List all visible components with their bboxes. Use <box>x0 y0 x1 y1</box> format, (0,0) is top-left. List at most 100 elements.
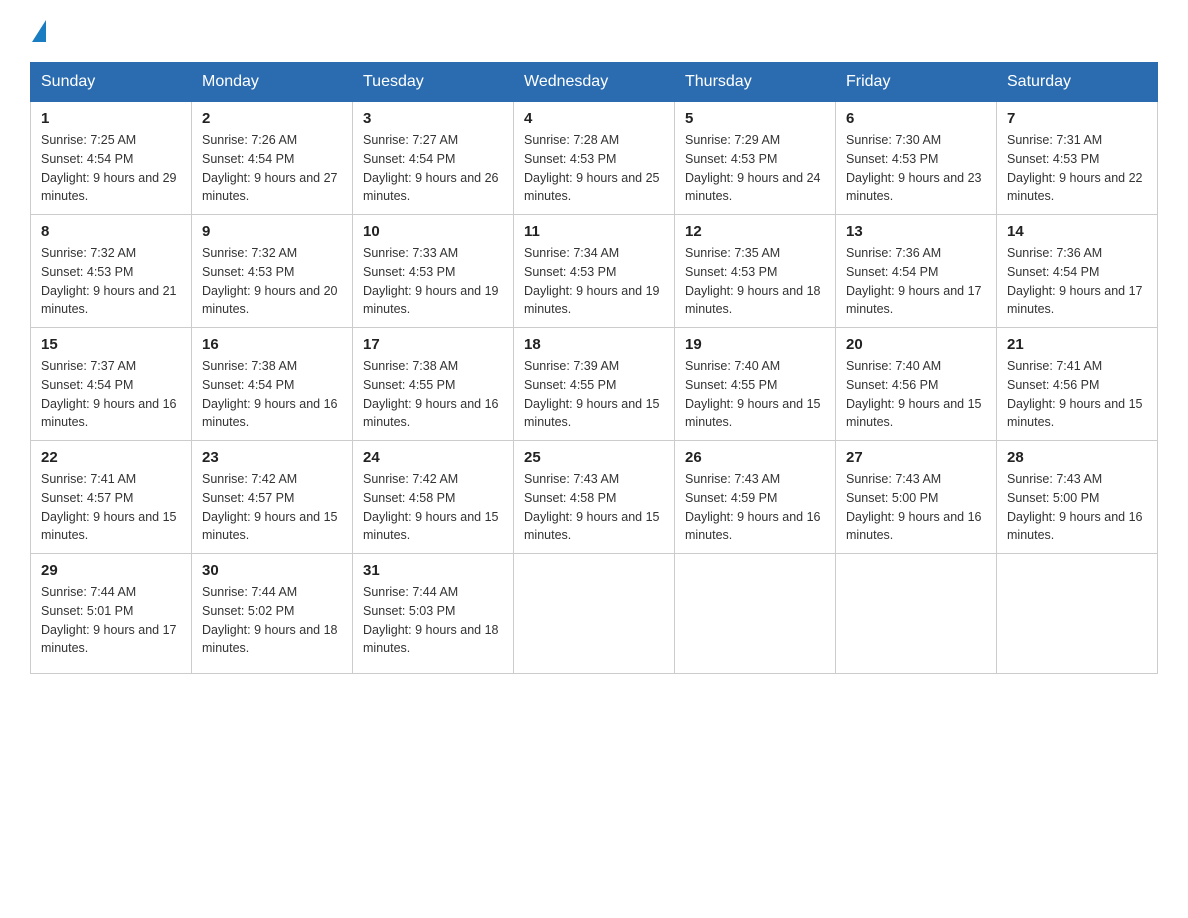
calendar-table: SundayMondayTuesdayWednesdayThursdayFrid… <box>30 62 1158 674</box>
calendar-cell: 28 Sunrise: 7:43 AMSunset: 5:00 PMDaylig… <box>997 441 1158 554</box>
calendar-cell <box>997 554 1158 674</box>
logo <box>30 20 46 44</box>
week-row-5: 29 Sunrise: 7:44 AMSunset: 5:01 PMDaylig… <box>31 554 1158 674</box>
page-header <box>30 20 1158 44</box>
day-number: 27 <box>846 449 986 466</box>
calendar-cell: 22 Sunrise: 7:41 AMSunset: 4:57 PMDaylig… <box>31 441 192 554</box>
day-info: Sunrise: 7:27 AMSunset: 4:54 PMDaylight:… <box>363 131 503 206</box>
day-info: Sunrise: 7:26 AMSunset: 4:54 PMDaylight:… <box>202 131 342 206</box>
calendar-cell <box>675 554 836 674</box>
calendar-cell: 23 Sunrise: 7:42 AMSunset: 4:57 PMDaylig… <box>192 441 353 554</box>
day-number: 18 <box>524 336 664 353</box>
calendar-cell: 30 Sunrise: 7:44 AMSunset: 5:02 PMDaylig… <box>192 554 353 674</box>
week-row-1: 1 Sunrise: 7:25 AMSunset: 4:54 PMDayligh… <box>31 102 1158 215</box>
day-info: Sunrise: 7:43 AMSunset: 5:00 PMDaylight:… <box>846 470 986 545</box>
calendar-cell: 14 Sunrise: 7:36 AMSunset: 4:54 PMDaylig… <box>997 215 1158 328</box>
day-info: Sunrise: 7:36 AMSunset: 4:54 PMDaylight:… <box>1007 244 1147 319</box>
day-number: 16 <box>202 336 342 353</box>
day-number: 17 <box>363 336 503 353</box>
calendar-cell: 12 Sunrise: 7:35 AMSunset: 4:53 PMDaylig… <box>675 215 836 328</box>
calendar-cell: 10 Sunrise: 7:33 AMSunset: 4:53 PMDaylig… <box>353 215 514 328</box>
logo-triangle-icon <box>32 20 46 42</box>
day-info: Sunrise: 7:38 AMSunset: 4:54 PMDaylight:… <box>202 357 342 432</box>
day-info: Sunrise: 7:43 AMSunset: 4:59 PMDaylight:… <box>685 470 825 545</box>
day-info: Sunrise: 7:41 AMSunset: 4:57 PMDaylight:… <box>41 470 181 545</box>
calendar-cell: 1 Sunrise: 7:25 AMSunset: 4:54 PMDayligh… <box>31 102 192 215</box>
day-info: Sunrise: 7:44 AMSunset: 5:03 PMDaylight:… <box>363 583 503 658</box>
calendar-cell: 3 Sunrise: 7:27 AMSunset: 4:54 PMDayligh… <box>353 102 514 215</box>
day-info: Sunrise: 7:32 AMSunset: 4:53 PMDaylight:… <box>41 244 181 319</box>
column-header-wednesday: Wednesday <box>514 63 675 102</box>
day-number: 11 <box>524 223 664 240</box>
day-number: 29 <box>41 562 181 579</box>
calendar-cell: 25 Sunrise: 7:43 AMSunset: 4:58 PMDaylig… <box>514 441 675 554</box>
calendar-cell: 8 Sunrise: 7:32 AMSunset: 4:53 PMDayligh… <box>31 215 192 328</box>
calendar-cell: 13 Sunrise: 7:36 AMSunset: 4:54 PMDaylig… <box>836 215 997 328</box>
calendar-cell: 6 Sunrise: 7:30 AMSunset: 4:53 PMDayligh… <box>836 102 997 215</box>
calendar-cell: 27 Sunrise: 7:43 AMSunset: 5:00 PMDaylig… <box>836 441 997 554</box>
week-row-3: 15 Sunrise: 7:37 AMSunset: 4:54 PMDaylig… <box>31 328 1158 441</box>
column-header-friday: Friday <box>836 63 997 102</box>
day-info: Sunrise: 7:29 AMSunset: 4:53 PMDaylight:… <box>685 131 825 206</box>
day-number: 8 <box>41 223 181 240</box>
day-info: Sunrise: 7:37 AMSunset: 4:54 PMDaylight:… <box>41 357 181 432</box>
day-number: 2 <box>202 110 342 127</box>
day-number: 6 <box>846 110 986 127</box>
day-info: Sunrise: 7:44 AMSunset: 5:02 PMDaylight:… <box>202 583 342 658</box>
day-number: 5 <box>685 110 825 127</box>
calendar-cell: 26 Sunrise: 7:43 AMSunset: 4:59 PMDaylig… <box>675 441 836 554</box>
day-number: 4 <box>524 110 664 127</box>
calendar-cell <box>514 554 675 674</box>
day-number: 25 <box>524 449 664 466</box>
day-info: Sunrise: 7:42 AMSunset: 4:58 PMDaylight:… <box>363 470 503 545</box>
day-info: Sunrise: 7:33 AMSunset: 4:53 PMDaylight:… <box>363 244 503 319</box>
column-header-monday: Monday <box>192 63 353 102</box>
column-header-tuesday: Tuesday <box>353 63 514 102</box>
day-number: 23 <box>202 449 342 466</box>
day-number: 22 <box>41 449 181 466</box>
column-header-sunday: Sunday <box>31 63 192 102</box>
calendar-cell: 16 Sunrise: 7:38 AMSunset: 4:54 PMDaylig… <box>192 328 353 441</box>
day-number: 28 <box>1007 449 1147 466</box>
calendar-cell: 2 Sunrise: 7:26 AMSunset: 4:54 PMDayligh… <box>192 102 353 215</box>
day-info: Sunrise: 7:36 AMSunset: 4:54 PMDaylight:… <box>846 244 986 319</box>
calendar-cell: 5 Sunrise: 7:29 AMSunset: 4:53 PMDayligh… <box>675 102 836 215</box>
calendar-cell: 11 Sunrise: 7:34 AMSunset: 4:53 PMDaylig… <box>514 215 675 328</box>
day-number: 10 <box>363 223 503 240</box>
day-number: 26 <box>685 449 825 466</box>
column-header-thursday: Thursday <box>675 63 836 102</box>
day-number: 9 <box>202 223 342 240</box>
week-row-4: 22 Sunrise: 7:41 AMSunset: 4:57 PMDaylig… <box>31 441 1158 554</box>
day-number: 24 <box>363 449 503 466</box>
day-number: 15 <box>41 336 181 353</box>
calendar-cell: 4 Sunrise: 7:28 AMSunset: 4:53 PMDayligh… <box>514 102 675 215</box>
day-number: 30 <box>202 562 342 579</box>
calendar-cell: 31 Sunrise: 7:44 AMSunset: 5:03 PMDaylig… <box>353 554 514 674</box>
day-number: 3 <box>363 110 503 127</box>
day-info: Sunrise: 7:32 AMSunset: 4:53 PMDaylight:… <box>202 244 342 319</box>
calendar-cell: 19 Sunrise: 7:40 AMSunset: 4:55 PMDaylig… <box>675 328 836 441</box>
calendar-cell: 29 Sunrise: 7:44 AMSunset: 5:01 PMDaylig… <box>31 554 192 674</box>
day-info: Sunrise: 7:40 AMSunset: 4:55 PMDaylight:… <box>685 357 825 432</box>
day-number: 31 <box>363 562 503 579</box>
day-number: 7 <box>1007 110 1147 127</box>
week-row-2: 8 Sunrise: 7:32 AMSunset: 4:53 PMDayligh… <box>31 215 1158 328</box>
day-info: Sunrise: 7:35 AMSunset: 4:53 PMDaylight:… <box>685 244 825 319</box>
day-info: Sunrise: 7:41 AMSunset: 4:56 PMDaylight:… <box>1007 357 1147 432</box>
calendar-cell: 20 Sunrise: 7:40 AMSunset: 4:56 PMDaylig… <box>836 328 997 441</box>
day-info: Sunrise: 7:30 AMSunset: 4:53 PMDaylight:… <box>846 131 986 206</box>
day-info: Sunrise: 7:43 AMSunset: 5:00 PMDaylight:… <box>1007 470 1147 545</box>
day-info: Sunrise: 7:43 AMSunset: 4:58 PMDaylight:… <box>524 470 664 545</box>
day-info: Sunrise: 7:44 AMSunset: 5:01 PMDaylight:… <box>41 583 181 658</box>
calendar-cell: 17 Sunrise: 7:38 AMSunset: 4:55 PMDaylig… <box>353 328 514 441</box>
day-info: Sunrise: 7:38 AMSunset: 4:55 PMDaylight:… <box>363 357 503 432</box>
day-number: 12 <box>685 223 825 240</box>
calendar-cell: 21 Sunrise: 7:41 AMSunset: 4:56 PMDaylig… <box>997 328 1158 441</box>
day-number: 20 <box>846 336 986 353</box>
calendar-header-row: SundayMondayTuesdayWednesdayThursdayFrid… <box>31 63 1158 102</box>
calendar-cell: 18 Sunrise: 7:39 AMSunset: 4:55 PMDaylig… <box>514 328 675 441</box>
day-number: 19 <box>685 336 825 353</box>
calendar-cell: 7 Sunrise: 7:31 AMSunset: 4:53 PMDayligh… <box>997 102 1158 215</box>
day-info: Sunrise: 7:42 AMSunset: 4:57 PMDaylight:… <box>202 470 342 545</box>
day-info: Sunrise: 7:25 AMSunset: 4:54 PMDaylight:… <box>41 131 181 206</box>
